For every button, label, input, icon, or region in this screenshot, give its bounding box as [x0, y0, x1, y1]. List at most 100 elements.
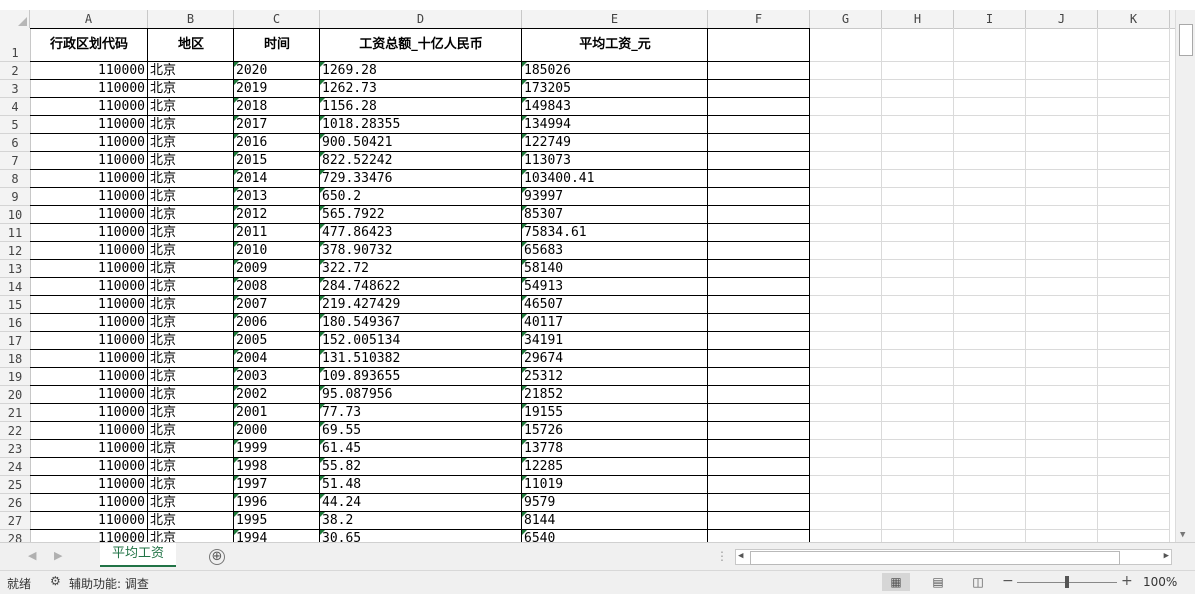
- cell-code[interactable]: 110000: [30, 494, 147, 512]
- cell-avg[interactable]: 19155: [522, 404, 707, 422]
- cell-year[interactable]: 2005: [234, 332, 319, 350]
- cell-avg[interactable]: 185026: [522, 62, 707, 80]
- cell-code[interactable]: 110000: [30, 332, 147, 350]
- cell-region[interactable]: 北京: [148, 152, 233, 170]
- zoom-level[interactable]: 100%: [1143, 575, 1177, 589]
- cell-total[interactable]: 477.86423: [320, 224, 521, 242]
- cell-code[interactable]: 110000: [30, 314, 147, 332]
- cell-region[interactable]: 北京: [148, 206, 233, 224]
- row-header-26[interactable]: 26: [0, 494, 30, 512]
- cell-avg[interactable]: 11019: [522, 476, 707, 494]
- scroll-right-icon[interactable]: ▶: [1164, 551, 1169, 561]
- zoom-slider-thumb[interactable]: [1065, 576, 1069, 588]
- cell-code[interactable]: 110000: [30, 530, 147, 542]
- cell-total[interactable]: 322.72: [320, 260, 521, 278]
- cell-total[interactable]: 219.427429: [320, 296, 521, 314]
- cell-region[interactable]: 北京: [148, 80, 233, 98]
- cell-code[interactable]: 110000: [30, 206, 147, 224]
- row-header-18[interactable]: 18: [0, 350, 30, 368]
- cell-code[interactable]: 110000: [30, 170, 147, 188]
- cell-year[interactable]: 2010: [234, 242, 319, 260]
- row-header-12[interactable]: 12: [0, 242, 30, 260]
- cell-code[interactable]: 110000: [30, 368, 147, 386]
- cell-year[interactable]: 2020: [234, 62, 319, 80]
- cell-year[interactable]: 2019: [234, 80, 319, 98]
- cell-total[interactable]: 131.510382: [320, 350, 521, 368]
- cell-year[interactable]: 2001: [234, 404, 319, 422]
- cell-code[interactable]: 110000: [30, 260, 147, 278]
- cell-region[interactable]: 北京: [148, 530, 233, 542]
- column-header-c[interactable]: C: [234, 10, 320, 28]
- header-cell-region[interactable]: 地区: [148, 28, 234, 62]
- cell-total[interactable]: 95.087956: [320, 386, 521, 404]
- cell-code[interactable]: 110000: [30, 458, 147, 476]
- cell-total[interactable]: 38.2: [320, 512, 521, 530]
- cell-avg[interactable]: 21852: [522, 386, 707, 404]
- header-cell-year[interactable]: 时间: [234, 28, 320, 62]
- cell-avg[interactable]: 8144: [522, 512, 707, 530]
- header-cell-total-wage[interactable]: 工资总额_十亿人民币: [320, 28, 522, 62]
- cell-avg[interactable]: 46507: [522, 296, 707, 314]
- cell-total[interactable]: 44.24: [320, 494, 521, 512]
- cell-region[interactable]: 北京: [148, 386, 233, 404]
- page-break-icon[interactable]: ◫: [964, 573, 992, 591]
- column-header-a[interactable]: A: [30, 10, 148, 28]
- row-header-1[interactable]: 1: [0, 28, 30, 62]
- cell-region[interactable]: 北京: [148, 242, 233, 260]
- cell-region[interactable]: 北京: [148, 224, 233, 242]
- cell-year[interactable]: 2002: [234, 386, 319, 404]
- row-header-2[interactable]: 2: [0, 62, 30, 80]
- cell-avg[interactable]: 85307: [522, 206, 707, 224]
- cell-code[interactable]: 110000: [30, 476, 147, 494]
- cell-region[interactable]: 北京: [148, 278, 233, 296]
- cell-total[interactable]: 729.33476: [320, 170, 521, 188]
- cell-year[interactable]: 1997: [234, 476, 319, 494]
- cell-year[interactable]: 1995: [234, 512, 319, 530]
- cell-avg[interactable]: 65683: [522, 242, 707, 260]
- sheet-next-icon[interactable]: ▶: [54, 549, 62, 562]
- cell-code[interactable]: 110000: [30, 278, 147, 296]
- cell-region[interactable]: 北京: [148, 422, 233, 440]
- scroll-left-icon[interactable]: ◀: [738, 551, 743, 561]
- cell-total[interactable]: 1262.73: [320, 80, 521, 98]
- vertical-scroll-thumb[interactable]: [1179, 24, 1193, 56]
- zoom-out-button[interactable]: −: [1002, 573, 1014, 589]
- cell-total[interactable]: 180.549367: [320, 314, 521, 332]
- cell-code[interactable]: 110000: [30, 98, 147, 116]
- row-header-27[interactable]: 27: [0, 512, 30, 530]
- column-header-i[interactable]: I: [954, 10, 1026, 28]
- accessibility-status[interactable]: 辅助功能: 调查: [69, 575, 149, 592]
- cell-avg[interactable]: 25312: [522, 368, 707, 386]
- row-header-8[interactable]: 8: [0, 170, 30, 188]
- cell-code[interactable]: 110000: [30, 404, 147, 422]
- cell-avg[interactable]: 173205: [522, 80, 707, 98]
- cell-total[interactable]: 61.45: [320, 440, 521, 458]
- row-header-15[interactable]: 15: [0, 296, 30, 314]
- cell-region[interactable]: 北京: [148, 350, 233, 368]
- cell-total[interactable]: 284.748622: [320, 278, 521, 296]
- column-header-b[interactable]: B: [148, 10, 234, 28]
- cell-year[interactable]: 2000: [234, 422, 319, 440]
- cell-total[interactable]: 77.73: [320, 404, 521, 422]
- row-header-4[interactable]: 4: [0, 98, 30, 116]
- cell-region[interactable]: 北京: [148, 98, 233, 116]
- row-header-25[interactable]: 25: [0, 476, 30, 494]
- cell-total[interactable]: 378.90732: [320, 242, 521, 260]
- column-header-d[interactable]: D: [320, 10, 522, 28]
- cell-code[interactable]: 110000: [30, 242, 147, 260]
- cell-year[interactable]: 2013: [234, 188, 319, 206]
- row-header-6[interactable]: 6: [0, 134, 30, 152]
- cell-region[interactable]: 北京: [148, 188, 233, 206]
- column-header-h[interactable]: H: [882, 10, 954, 28]
- cell-year[interactable]: 1999: [234, 440, 319, 458]
- cell-year[interactable]: 2011: [234, 224, 319, 242]
- cell-avg[interactable]: 93997: [522, 188, 707, 206]
- cell-region[interactable]: 北京: [148, 494, 233, 512]
- cell-total[interactable]: 152.005134: [320, 332, 521, 350]
- cell-region[interactable]: 北京: [148, 296, 233, 314]
- header-cell-avg-wage[interactable]: 平均工资_元: [522, 28, 708, 62]
- cell-code[interactable]: 110000: [30, 188, 147, 206]
- cell-total[interactable]: 1269.28: [320, 62, 521, 80]
- row-header-5[interactable]: 5: [0, 116, 30, 134]
- accessibility-icon[interactable]: ⚙: [50, 574, 61, 588]
